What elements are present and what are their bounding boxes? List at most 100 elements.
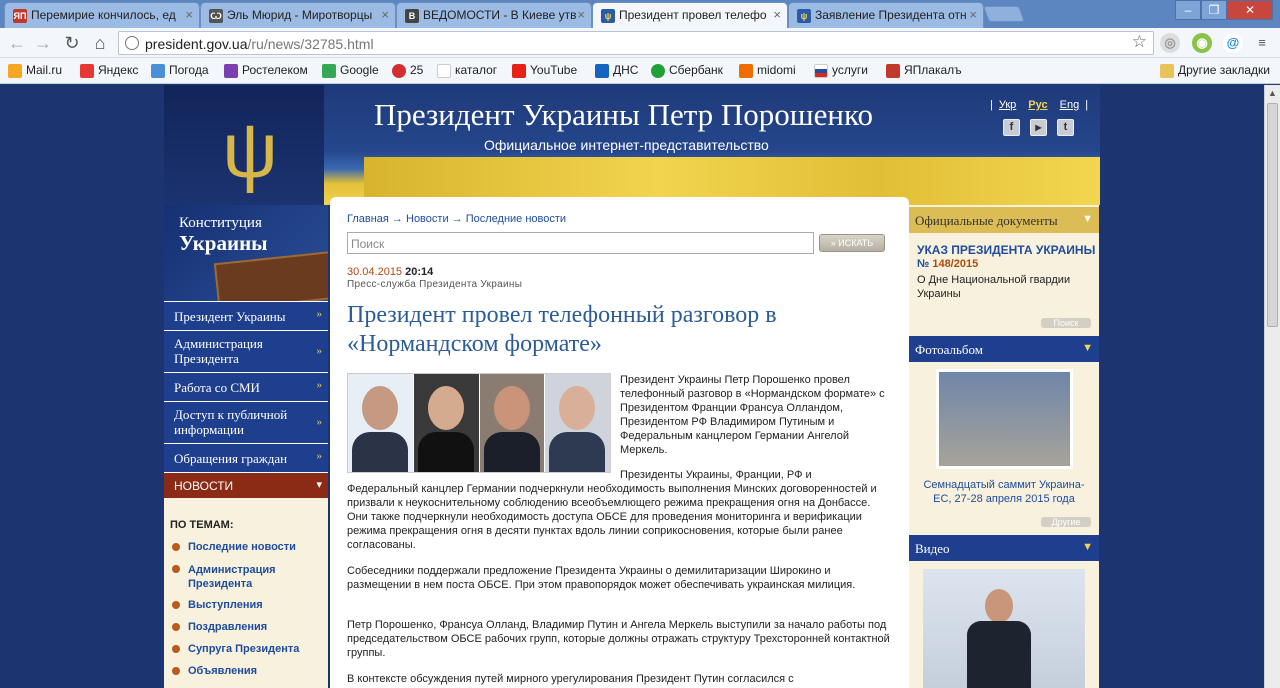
globe-icon [125, 36, 139, 50]
topic-greetings[interactable]: Поздравления [170, 621, 267, 633]
tab-el-murid[interactable]: Ѡ Эль Мюрид - Миротворцы × [200, 2, 396, 28]
lang-rus[interactable]: Рус [1028, 99, 1047, 111]
tab-title: ВЕДОМОСТИ - В Киеве утв [423, 8, 577, 22]
other-bookmarks[interactable]: Другие закладки [1160, 63, 1270, 78]
close-icon[interactable]: × [969, 7, 977, 22]
summit-photo[interactable] [936, 369, 1073, 469]
midomi-icon [739, 64, 753, 78]
breadcrumb-home[interactable]: Главная [347, 213, 389, 225]
mail-at-icon[interactable]: @ [1223, 33, 1243, 53]
google-maps-icon [322, 64, 336, 78]
tab-vedomosti[interactable]: B ВЕДОМОСТИ - В Киеве утв × [396, 2, 592, 28]
youtube-icon [512, 64, 526, 78]
video-thumbnail[interactable] [923, 569, 1085, 688]
minimize-button[interactable]: – [1175, 0, 1201, 20]
double-arrow-icon: » [316, 415, 323, 428]
lang-eng[interactable]: Eng [1060, 99, 1080, 111]
bookmark-youtube[interactable]: YouTube [512, 63, 577, 78]
tab-statement[interactable]: ψ Заявление Президента отн × [788, 2, 984, 28]
youtube-icon[interactable]: ▶ [1030, 119, 1047, 136]
yap-icon [886, 64, 900, 78]
chevron-down-icon: ▼ [1082, 342, 1093, 354]
reload-icon[interactable]: ↻ [61, 32, 83, 54]
scroll-up-icon[interactable]: ▲ [1268, 88, 1277, 98]
scrollbar-thumb[interactable] [1267, 103, 1278, 327]
close-window-button[interactable]: ✕ [1227, 0, 1273, 20]
article-paragraph: Президент Украины Петр Порошенко провел … [620, 374, 885, 456]
close-icon[interactable]: × [381, 7, 389, 22]
topic-administration[interactable]: Администрация Президента [170, 563, 310, 591]
breadcrumb-latest[interactable]: Последние новости [466, 213, 566, 225]
browser-toolbar: ← → ↻ ⌂ president.gov.ua/ru/news/32785.h… [0, 28, 1280, 58]
topic-speeches[interactable]: Выступления [170, 599, 263, 611]
decree-description: О Дне Национальной гвардии Украины [917, 274, 1071, 300]
bookmark-google[interactable]: Google [322, 63, 379, 78]
bookmark-yandex[interactable]: Яндекс [80, 63, 138, 78]
bookmark-catalog[interactable]: каталог [437, 63, 497, 78]
bookmark-yaplakal[interactable]: ЯПлакалъ [886, 63, 962, 78]
breadcrumb-news[interactable]: Новости [406, 213, 449, 225]
bookmark-sberbank[interactable]: Сбербанк [651, 63, 723, 78]
sberbank-icon [651, 64, 665, 78]
article-source: Пресс-служба Президента Украины [347, 279, 523, 290]
bookmark-mailru[interactable]: Mail.ru [8, 63, 62, 78]
docs-header[interactable]: Официальные документы ▼ [909, 207, 1099, 233]
decree-number[interactable]: № 148/2015 [917, 258, 978, 270]
page-scrollbar[interactable]: ▲ [1264, 85, 1280, 688]
bookmark-dns[interactable]: ДНС [595, 63, 638, 78]
topic-announcements[interactable]: Объявления [170, 665, 257, 677]
decree-title[interactable]: УКАЗ ПРЕЗИДЕНТА УКРАИНЫ [917, 243, 1095, 257]
photo-caption[interactable]: Семнадцатый саммит Украина-ЕС, 27-28 апр… [915, 478, 1093, 506]
close-icon[interactable]: × [577, 7, 585, 22]
home-icon[interactable]: ⌂ [89, 32, 111, 54]
menu-public-info[interactable]: Доступ к публичной информации» [164, 401, 328, 443]
constitution-banner[interactable]: Конституция Украины [164, 205, 328, 301]
search-input[interactable]: Поиск [347, 232, 814, 254]
vedomosti-icon: B [405, 9, 419, 23]
tab-yaplakal[interactable]: ЯП Перемирие кончилось, ед × [4, 2, 200, 28]
tab-title: Президент провел телефо [619, 8, 767, 22]
tab-president-active[interactable]: ψ Президент провел телефо × [592, 2, 788, 29]
bookmark-25[interactable]: 25 [392, 63, 423, 78]
article-paragraph: В контексте обсуждения путей мирного уре… [347, 673, 794, 685]
menu-icon[interactable]: ≡ [1252, 33, 1272, 53]
extension-icon[interactable]: ◉ [1192, 33, 1212, 53]
docs-search-button[interactable]: Поиск [1041, 318, 1091, 328]
video-header[interactable]: Видео ▼ [909, 535, 1099, 561]
article-paragraph: Президенты Украины, Франции, РФ и [620, 469, 812, 481]
bookmark-rostelecom[interactable]: Ростелеком [224, 63, 308, 78]
web-page: ψ Президент Украины Петр Порошенко Офици… [0, 85, 1280, 688]
other-photos-button[interactable]: Другие [1041, 517, 1091, 527]
close-icon[interactable]: × [773, 7, 781, 22]
photo-album-header[interactable]: Фотоальбом ▼ [909, 336, 1099, 362]
bookmark-midomi[interactable]: midomi [739, 63, 796, 78]
close-icon[interactable]: × [185, 7, 193, 22]
double-arrow-icon: » [316, 450, 323, 462]
double-arrow-icon: » [316, 344, 323, 357]
article-paragraph: Федеральный канцлер Германии подчеркнули… [347, 483, 877, 551]
topic-latest-news[interactable]: Последние новости [170, 541, 296, 553]
menu-media[interactable]: Работа со СМИ» [164, 372, 328, 401]
extension-icon[interactable]: ◎ [1160, 33, 1180, 53]
search-button[interactable]: » ИСКАТЬ [819, 234, 885, 252]
menu-president[interactable]: Президент Украины» [164, 301, 328, 330]
new-tab-button[interactable] [983, 6, 1025, 22]
bookmark-star-icon[interactable]: ☆ [1132, 32, 1147, 52]
forward-icon[interactable]: → [32, 32, 54, 54]
menu-administration[interactable]: Администрация Президента» [164, 330, 328, 372]
facebook-icon[interactable]: f [1003, 119, 1020, 136]
menu-appeals[interactable]: Обращения граждан» [164, 443, 328, 472]
restore-button[interactable]: ❐ [1201, 0, 1227, 20]
twitter-icon[interactable]: t [1057, 119, 1074, 136]
tab-title: Заявление Президента отн [815, 8, 967, 22]
double-arrow-icon: » [316, 379, 323, 391]
topic-first-lady[interactable]: Супруга Президента [170, 643, 299, 655]
back-icon[interactable]: ← [6, 32, 28, 54]
lang-ukr[interactable]: Укр [999, 99, 1016, 111]
bookmark-services[interactable]: услуги [814, 63, 868, 78]
bookmark-weather[interactable]: Погода [151, 63, 209, 78]
double-arrow-icon: » [316, 308, 323, 320]
menu-news[interactable]: НОВОСТИ ▾ [164, 472, 328, 498]
address-bar[interactable]: president.gov.ua/ru/news/32785.html ☆ [118, 31, 1154, 55]
rostelecom-icon [224, 64, 238, 78]
